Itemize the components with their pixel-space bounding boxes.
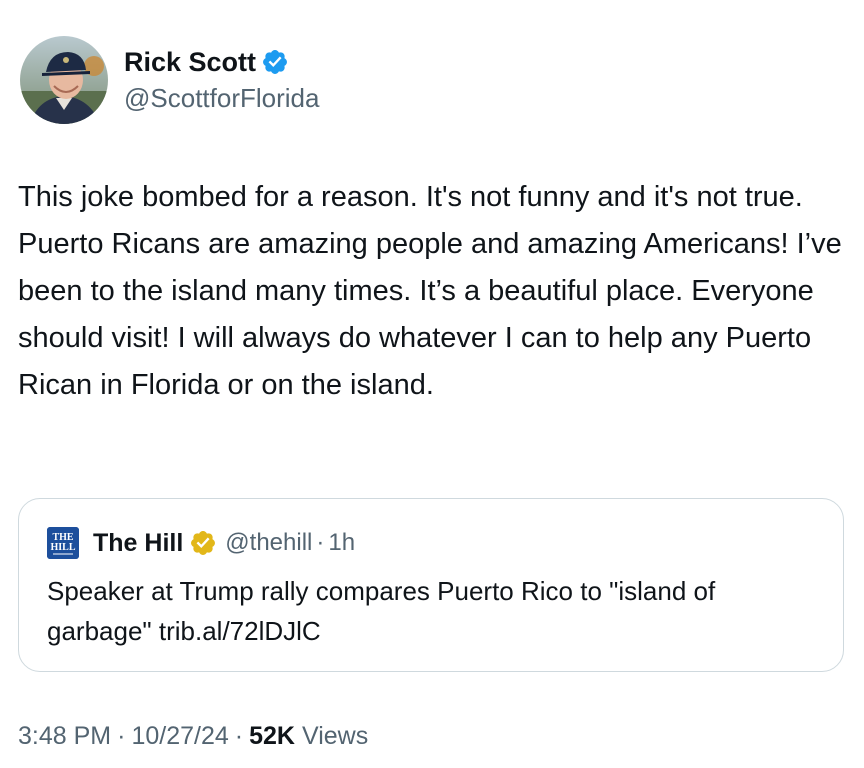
user-avatar-photo-icon [20,36,108,124]
views-count[interactable]: 52K [249,722,295,751]
quoted-tweet-card[interactable]: THE HILL The Hill @thehill · 1h Speaker … [18,498,844,672]
quoted-separator: · [316,529,325,556]
quoted-tweet-text: Speaker at Trump rally compares Puerto R… [47,576,716,646]
author-handle[interactable]: @ScottforFlorida [124,81,319,115]
author-header[interactable]: Rick Scott @ScottforFlorida [20,36,319,124]
tweet-date[interactable]: 10/27/24 [131,722,228,751]
tweet-metadata: 3:48 PM · 10/27/24 · 52K Views [18,722,368,751]
author-names: Rick Scott @ScottforFlorida [124,45,319,115]
metadata-separator: · [117,722,126,750]
verified-blue-badge-icon[interactable] [261,48,289,76]
author-display-name[interactable]: Rick Scott [124,45,256,79]
display-name-row: Rick Scott [124,45,319,79]
tweet-text: This joke bombed for a reason. It's not … [18,181,850,401]
views-label[interactable]: Views [302,722,368,751]
author-avatar[interactable] [20,36,108,124]
tweet-time[interactable]: 3:48 PM [18,722,111,751]
quoted-handle[interactable]: @thehill [225,529,312,557]
verified-gold-badge-icon[interactable] [189,529,217,557]
metadata-separator: · [234,722,244,750]
hill-logo-text-bottom: HILL [50,542,75,553]
quoted-display-name[interactable]: The Hill [93,529,183,558]
the-hill-logo-icon[interactable]: THE HILL [47,527,79,559]
tweet-card: Rick Scott @ScottforFlorida This joke bo… [0,0,864,768]
quoted-timestamp[interactable]: 1h [328,529,355,557]
quoted-tweet-header: THE HILL The Hill @thehill · 1h [47,527,355,559]
